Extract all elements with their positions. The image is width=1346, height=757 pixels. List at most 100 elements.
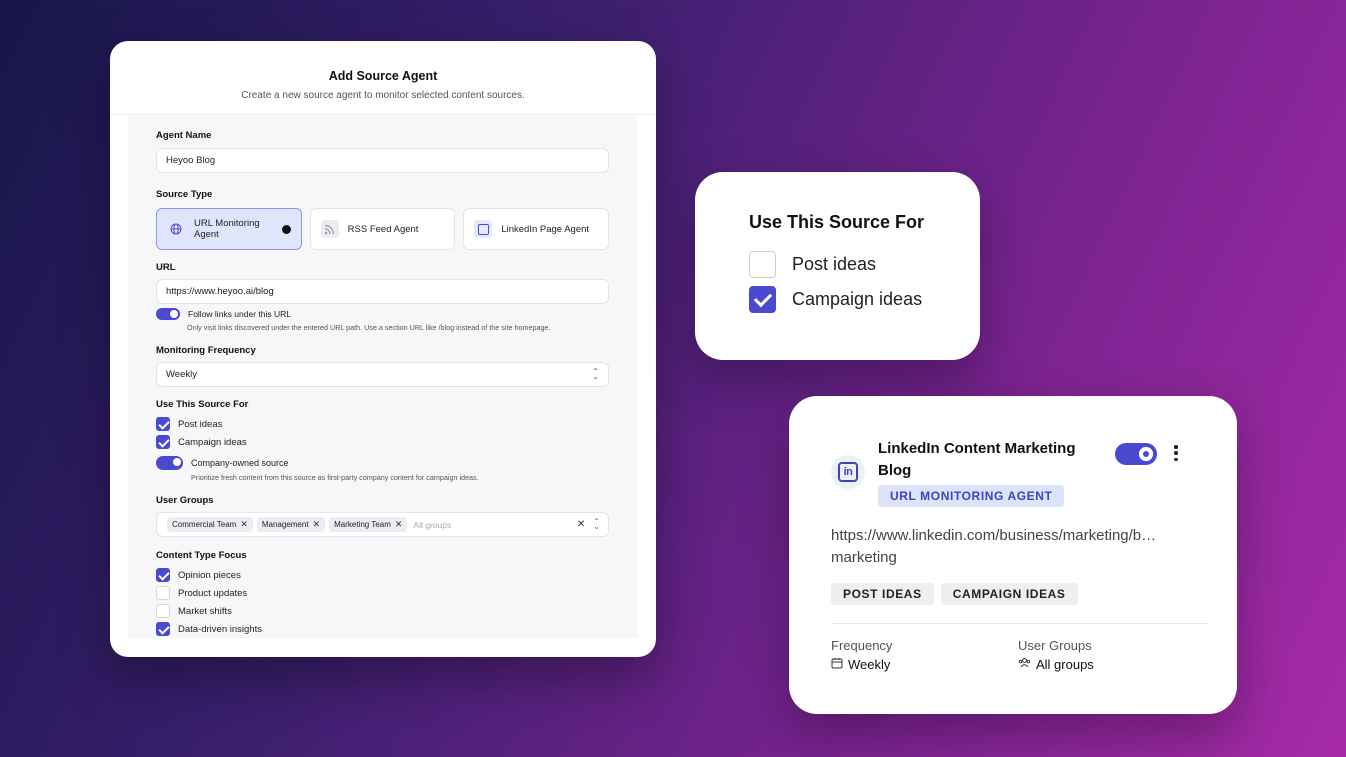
follow-links-label: Follow links under this URL — [188, 309, 291, 319]
remove-chip-icon[interactable]: ✕ — [395, 519, 403, 530]
content-focus-options: Opinion pieces Product updates Market sh… — [156, 566, 609, 638]
select-arrows-icon: ⌃ ⌄ — [593, 516, 600, 531]
company-owned-hint: Prioritize fresh content from this sourc… — [191, 473, 479, 482]
group-chip-label: Marketing Team — [334, 520, 391, 529]
source-type-label-linkedin: LinkedIn Page Agent — [501, 223, 590, 235]
frequency-meta-text: Weekly — [848, 657, 891, 672]
more-options-icon[interactable] — [1171, 442, 1181, 464]
url-value: https://www.heyoo.ai/blog — [166, 286, 274, 297]
agent-name-input[interactable]: Heyoo Blog — [156, 148, 609, 173]
checkbox-label: Campaign ideas — [792, 288, 923, 309]
modal-header: Add Source Agent Create a new source age… — [110, 41, 656, 115]
checkbox-label: Post ideas — [178, 418, 223, 430]
remove-chip-icon[interactable]: ✕ — [240, 519, 248, 530]
source-type-options: URL Monitoring Agent RSS Feed Agent Link… — [156, 208, 610, 250]
checkbox-label: Post ideas — [792, 253, 877, 274]
groups-meta-value: All groups — [1018, 657, 1094, 672]
select-arrows-icon: ⌃ ⌄ — [592, 366, 599, 381]
linkedin-logo-icon: in — [831, 455, 865, 489]
user-groups-label: User Groups — [156, 495, 214, 506]
checkbox[interactable] — [156, 417, 170, 431]
source-type-label-rss: RSS Feed Agent — [347, 223, 419, 235]
agent-card-url-line1: https://www.linkedin.com/business/market… — [831, 527, 1157, 544]
checkbox[interactable] — [749, 250, 776, 278]
source-agent-card: in LinkedIn Content Marketing Blog URL M… — [789, 396, 1237, 714]
url-input[interactable]: https://www.heyoo.ai/blog — [156, 279, 609, 304]
frequency-value: Weekly — [166, 369, 197, 380]
checkbox[interactable] — [156, 604, 170, 618]
source-type-linkedin-page[interactable]: LinkedIn Page Agent — [463, 208, 610, 250]
agent-name-label: Agent Name — [156, 130, 212, 141]
checkbox-label: Campaign ideas — [178, 436, 247, 448]
content-focus-data[interactable]: Data-driven insights — [156, 620, 609, 638]
follow-links-hint: Only visit links discovered under the en… — [187, 323, 551, 332]
linkedin-icon — [474, 220, 493, 238]
selected-indicator-icon — [281, 225, 291, 234]
company-owned-toggle[interactable] — [156, 456, 183, 470]
rss-icon — [320, 220, 339, 238]
checkbox[interactable] — [156, 622, 170, 636]
group-chip: Marketing Team ✕ — [329, 517, 408, 532]
groups-meta: User Groups All groups — [1018, 638, 1094, 672]
agent-name-value: Heyoo Blog — [166, 155, 216, 166]
tag-campaign-ideas: CAMPAIGN IDEAS — [940, 583, 1078, 605]
clear-icon[interactable]: ✕ — [577, 519, 585, 530]
use-for-label: Use This Source For — [156, 399, 249, 410]
follow-links-toggle[interactable] — [156, 308, 180, 320]
checkbox[interactable] — [156, 568, 170, 582]
content-focus-opinion[interactable]: Opinion pieces — [156, 566, 609, 584]
frequency-meta-label: Frequency — [831, 638, 893, 653]
use-card-option-post[interactable]: Post ideas — [749, 250, 980, 278]
group-chip: Management ✕ — [256, 517, 326, 532]
frequency-meta-value: Weekly — [831, 657, 892, 672]
agent-card-url-line2: marketing — [831, 549, 897, 566]
agent-card-title: LinkedIn Content Marketing Blog — [878, 440, 1076, 479]
checkbox-label: Opinion pieces — [178, 569, 241, 581]
use-source-card: Use This Source For Post ideas Campaign … — [695, 172, 980, 360]
checkbox[interactable] — [749, 285, 776, 313]
source-type-url-monitoring[interactable]: URL Monitoring Agent — [156, 208, 302, 250]
globe-icon — [167, 220, 185, 238]
agent-card-tags: POST IDEAS CAMPAIGN IDEAS — [831, 583, 1078, 605]
checkbox-label: Product updates — [178, 587, 248, 599]
agent-card-url: https://www.linkedin.com/business/market… — [831, 525, 1201, 569]
group-chip: Commercial Team ✕ — [167, 517, 253, 532]
frequency-meta: Frequency Weekly — [831, 638, 892, 672]
user-groups-placeholder: All groups — [413, 519, 452, 530]
use-for-post-ideas[interactable]: Post ideas — [156, 415, 609, 433]
modal-title: Add Source Agent — [328, 69, 438, 83]
url-label: URL — [156, 262, 176, 273]
frequency-label: Monitoring Frequency — [156, 345, 256, 356]
checkbox[interactable] — [156, 435, 170, 449]
modal-subtitle: Create a new source agent to monitor sel… — [241, 90, 525, 101]
use-for-options: Post ideas Campaign ideas — [156, 415, 609, 451]
user-groups-select[interactable]: Commercial Team ✕ Management ✕ Marketing T… — [156, 512, 609, 537]
group-chip-label: Management — [261, 520, 309, 529]
tag-post-ideas: POST IDEAS — [831, 583, 934, 605]
content-focus-label: Content Type Focus — [156, 550, 247, 561]
groups-meta-label: User Groups — [1018, 638, 1092, 653]
checkbox-label: Market shifts — [178, 605, 232, 617]
remove-chip-icon[interactable]: ✕ — [313, 519, 321, 530]
use-for-campaign-ideas[interactable]: Campaign ideas — [156, 433, 609, 451]
users-icon — [1018, 657, 1031, 672]
agent-active-toggle[interactable] — [1115, 443, 1157, 465]
source-type-rss-feed[interactable]: RSS Feed Agent — [309, 208, 456, 250]
frequency-select[interactable]: Weekly ⌃ ⌄ — [156, 362, 609, 387]
company-owned-label: Company-owned source — [191, 458, 289, 468]
follow-links-row: Follow links under this URL — [156, 308, 609, 320]
use-card-title: Use This Source For — [749, 212, 925, 232]
use-card-option-campaign[interactable]: Campaign ideas — [749, 285, 980, 313]
source-type-label: Source Type — [156, 189, 213, 200]
source-type-label-url: URL Monitoring Agent — [194, 218, 260, 240]
content-focus-product[interactable]: Product updates — [156, 584, 609, 602]
content-focus-market[interactable]: Market shifts — [156, 602, 609, 620]
group-chip-label: Commercial Team — [172, 520, 237, 529]
company-owned-row: Company-owned source — [156, 456, 609, 470]
checkbox-label: Data-driven insights — [178, 623, 262, 635]
calendar-icon — [831, 657, 843, 672]
modal-form: Agent Name Heyoo Blog Source Type URL Mo… — [128, 116, 637, 638]
agent-type-badge: URL MONITORING AGENT — [878, 485, 1065, 507]
groups-meta-text: All groups — [1036, 657, 1094, 672]
checkbox[interactable] — [156, 586, 170, 600]
